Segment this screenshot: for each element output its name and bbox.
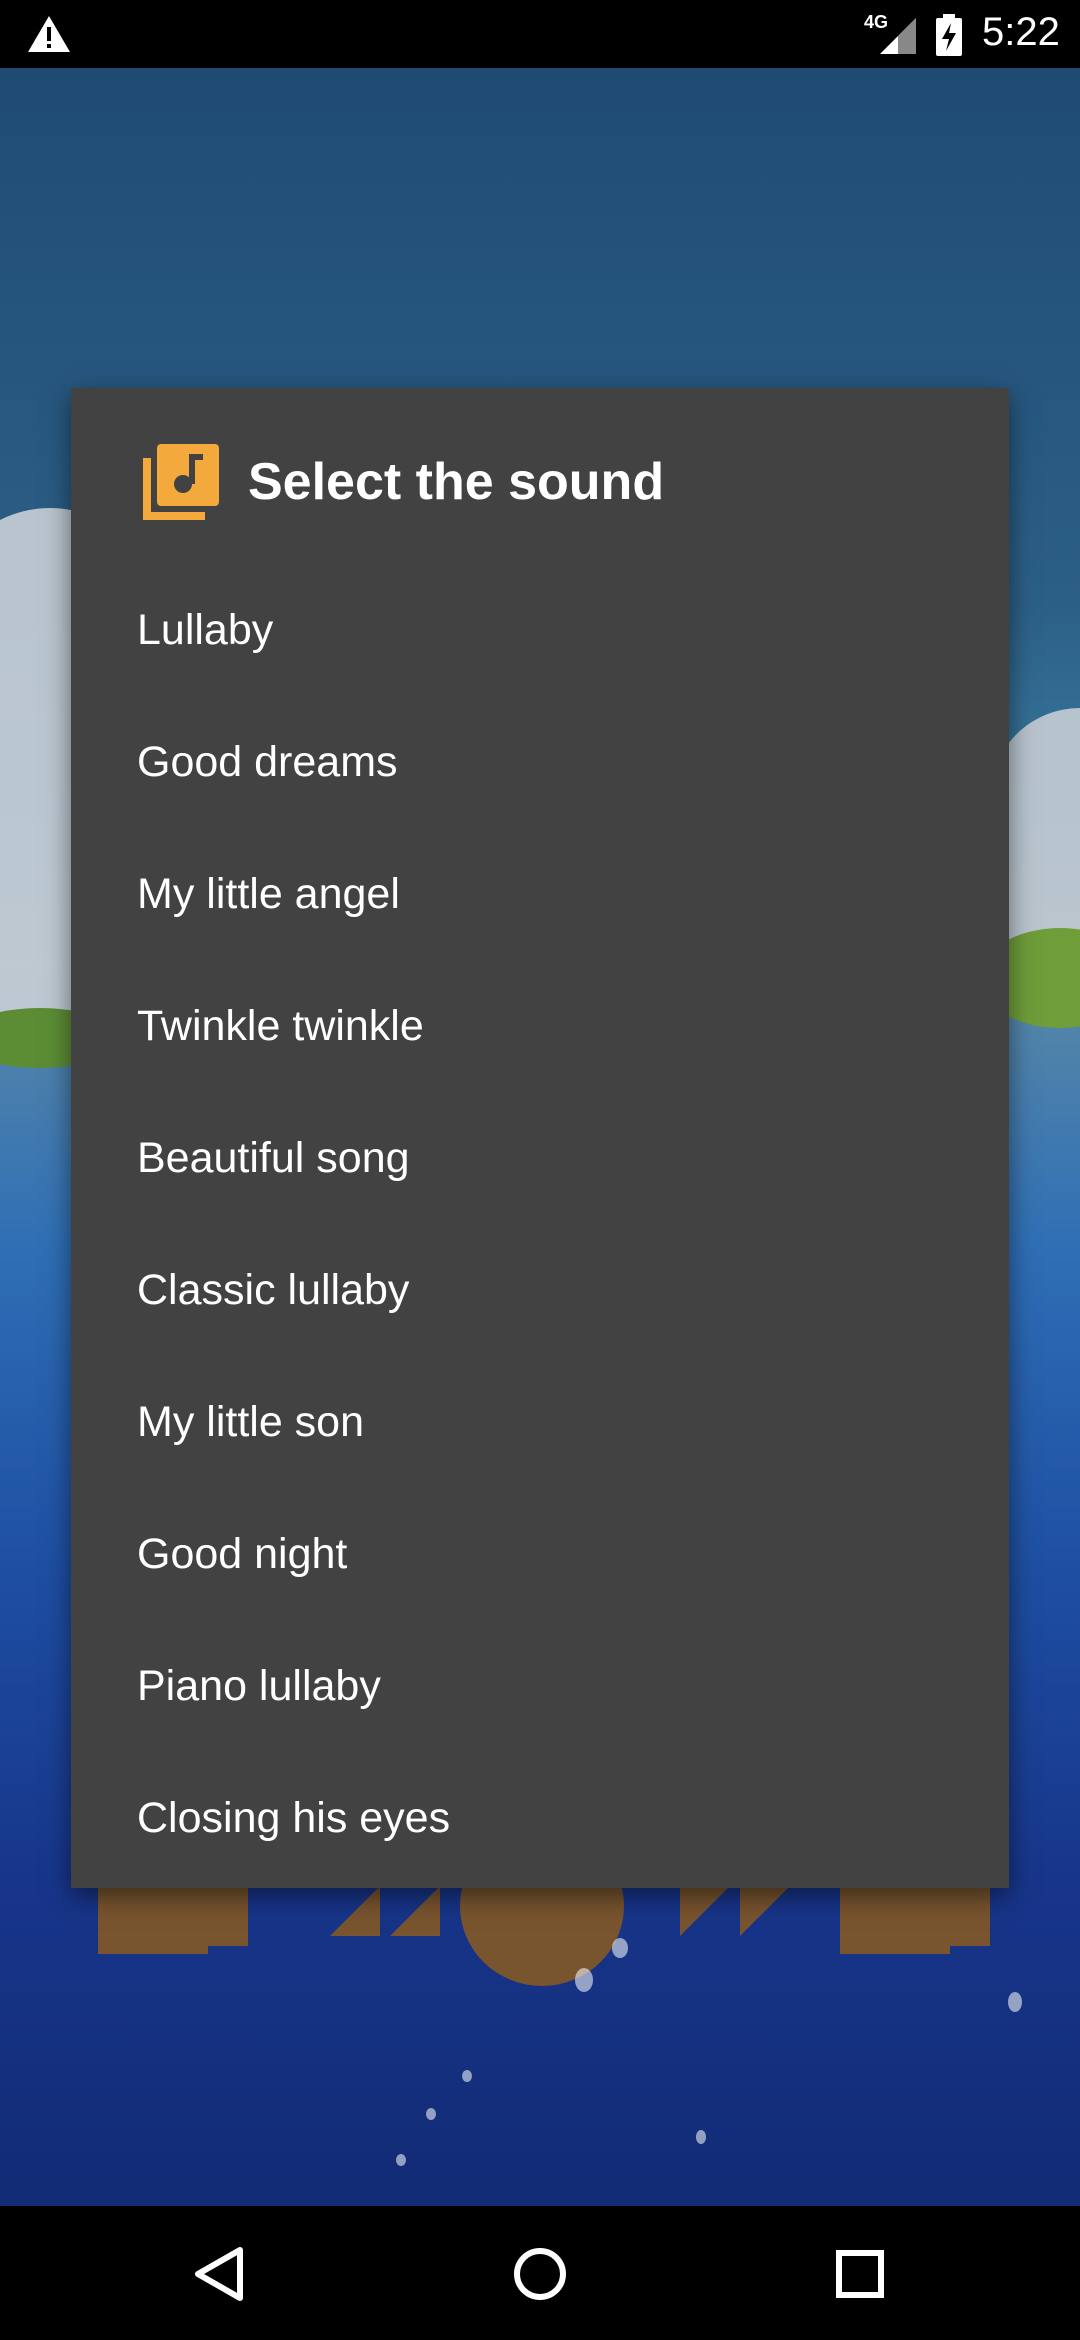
sparkle-decoration bbox=[1008, 1992, 1022, 2012]
home-icon[interactable] bbox=[508, 2242, 572, 2306]
sound-option[interactable]: Lullaby bbox=[71, 564, 1009, 696]
music-library-icon bbox=[143, 444, 219, 520]
sparkle-decoration bbox=[462, 2070, 472, 2082]
sound-option[interactable]: Classic lullaby bbox=[71, 1224, 1009, 1356]
back-icon[interactable] bbox=[188, 2242, 252, 2306]
sound-option[interactable]: Good night bbox=[71, 1488, 1009, 1620]
sparkle-decoration bbox=[575, 1968, 593, 1992]
sound-option[interactable]: Twinkle twinkle bbox=[71, 960, 1009, 1092]
sound-option[interactable]: Closing his eyes bbox=[71, 1752, 1009, 1884]
sparkle-decoration bbox=[396, 2154, 406, 2166]
sound-option[interactable]: My little angel bbox=[71, 828, 1009, 960]
navigation-bar bbox=[0, 2206, 1080, 2340]
dialog-title: Select the sound bbox=[248, 453, 665, 511]
sound-list: Lullaby Good dreams My little angel Twin… bbox=[71, 564, 1009, 1884]
sound-option[interactable]: Good dreams bbox=[71, 696, 1009, 828]
sparkle-decoration bbox=[696, 2130, 706, 2144]
status-bar: 4G 5:22 bbox=[0, 0, 1080, 68]
sparkle-decoration bbox=[612, 1938, 628, 1958]
battery-charging-icon bbox=[936, 14, 962, 56]
sound-option[interactable]: My little son bbox=[71, 1356, 1009, 1488]
player-controls-background bbox=[98, 1886, 990, 1986]
recents-icon[interactable] bbox=[828, 2242, 892, 2306]
sparkle-decoration bbox=[426, 2108, 436, 2120]
sound-option[interactable]: Piano lullaby bbox=[71, 1620, 1009, 1752]
status-time: 5:22 bbox=[982, 10, 1060, 54]
select-sound-dialog: Select the sound Lullaby Good dreams My … bbox=[71, 388, 1009, 1888]
sound-option[interactable]: Beautiful song bbox=[71, 1092, 1009, 1224]
dialog-header: Select the sound bbox=[71, 388, 1009, 568]
signal-icon bbox=[880, 18, 916, 54]
warning-icon bbox=[28, 16, 70, 52]
